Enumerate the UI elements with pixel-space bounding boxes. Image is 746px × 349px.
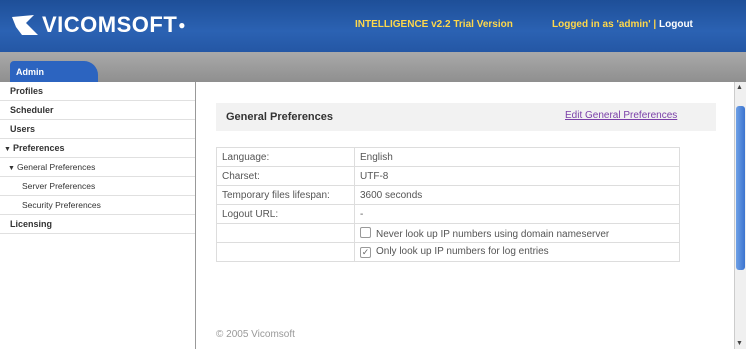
option-label: Only look up IP numbers for log entries — [376, 246, 549, 257]
logo-arrow-icon — [12, 15, 38, 35]
option-cell: ✓ Only look up IP numbers for log entries — [354, 242, 680, 262]
logo-text: VICOMSOFT — [42, 12, 178, 37]
scroll-down-icon[interactable]: ▼ — [736, 340, 743, 347]
pref-value: UTF-8 — [354, 166, 680, 186]
page-title: General Preferences — [226, 111, 334, 123]
sidebar-item-server-preferences[interactable]: Server Preferences — [0, 177, 195, 196]
vicomsoft-logo[interactable]: VICOMSOFT ● — [12, 12, 186, 38]
logout-link[interactable]: Logout — [659, 19, 693, 30]
option-label: Never look up IP numbers using domain na… — [376, 228, 610, 240]
never-lookup-checkbox[interactable] — [360, 226, 371, 238]
empty-cell — [216, 223, 355, 243]
pref-value: - — [354, 204, 680, 224]
sidebar-item-users[interactable]: Users — [0, 120, 195, 139]
pref-key: Temporary files lifespan: — [216, 185, 355, 205]
table-row: Temporary files lifespan: 3600 seconds — [216, 185, 680, 205]
sidebar: Profiles Scheduler Users ▼ Preferences ▼ G… — [0, 82, 196, 349]
pref-key: Logout URL: — [216, 204, 355, 224]
login-text: Logged in as 'admin' | — [552, 19, 657, 30]
sidebar-item-preferences[interactable]: ▼ Preferences — [0, 139, 195, 158]
app-header: VICOMSOFT ● INTELLIGENCE v2.2 Trial Versi… — [0, 0, 746, 52]
sidebar-item-licensing[interactable]: Licensing — [0, 215, 195, 234]
pref-key: Charset: — [216, 166, 355, 186]
sidebar-item-label: Preferences — [12, 143, 65, 153]
table-row: ✓ Only look up IP numbers for log entries — [216, 242, 680, 262]
main-content: General Preferences Edit General Prefere… — [196, 82, 734, 349]
table-row: Logout URL: - — [216, 204, 680, 224]
sidebar-item-profiles[interactable]: Profiles — [0, 82, 195, 101]
sidebar-item-security-preferences[interactable]: Security Preferences — [0, 196, 195, 215]
vertical-scrollbar[interactable]: ▲ ▼ — [734, 82, 746, 349]
empty-cell — [216, 242, 355, 262]
table-row: Never look up IP numbers using domain na… — [216, 223, 680, 243]
expand-caret-icon: ▼ — [4, 146, 11, 153]
edit-general-preferences-link[interactable]: Edit General Preferences — [565, 110, 677, 121]
scrollbar-thumb[interactable] — [736, 106, 745, 270]
section-header: General Preferences Edit General Prefere… — [216, 103, 716, 131]
tab-admin[interactable]: Admin — [10, 61, 98, 82]
copyright-footer: © 2005 Vicomsoft — [216, 329, 295, 340]
scroll-up-icon[interactable]: ▲ — [736, 84, 743, 91]
sidebar-item-general-preferences[interactable]: ▼ General Preferences — [0, 158, 195, 177]
logo-dot-icon: ● — [178, 18, 187, 32]
sidebar-item-label: General Preferences — [16, 162, 96, 172]
pref-value: 3600 seconds — [354, 185, 680, 205]
table-row: Language: English — [216, 147, 680, 167]
tab-bar: Admin — [0, 52, 746, 82]
version-label: INTELLIGENCE v2.2 Trial Version — [355, 19, 513, 30]
login-status: Logged in as 'admin' | Logout — [552, 19, 693, 30]
pref-key: Language: — [216, 147, 355, 167]
only-lookup-checkbox[interactable]: ✓ — [360, 247, 371, 258]
expand-caret-icon: ▼ — [8, 165, 15, 172]
preferences-table: Language: English Charset: UTF-8 Tempora… — [216, 147, 680, 262]
option-cell: Never look up IP numbers using domain na… — [354, 223, 680, 243]
pref-value: English — [354, 147, 680, 167]
sidebar-item-scheduler[interactable]: Scheduler — [0, 101, 195, 120]
table-row: Charset: UTF-8 — [216, 166, 680, 186]
